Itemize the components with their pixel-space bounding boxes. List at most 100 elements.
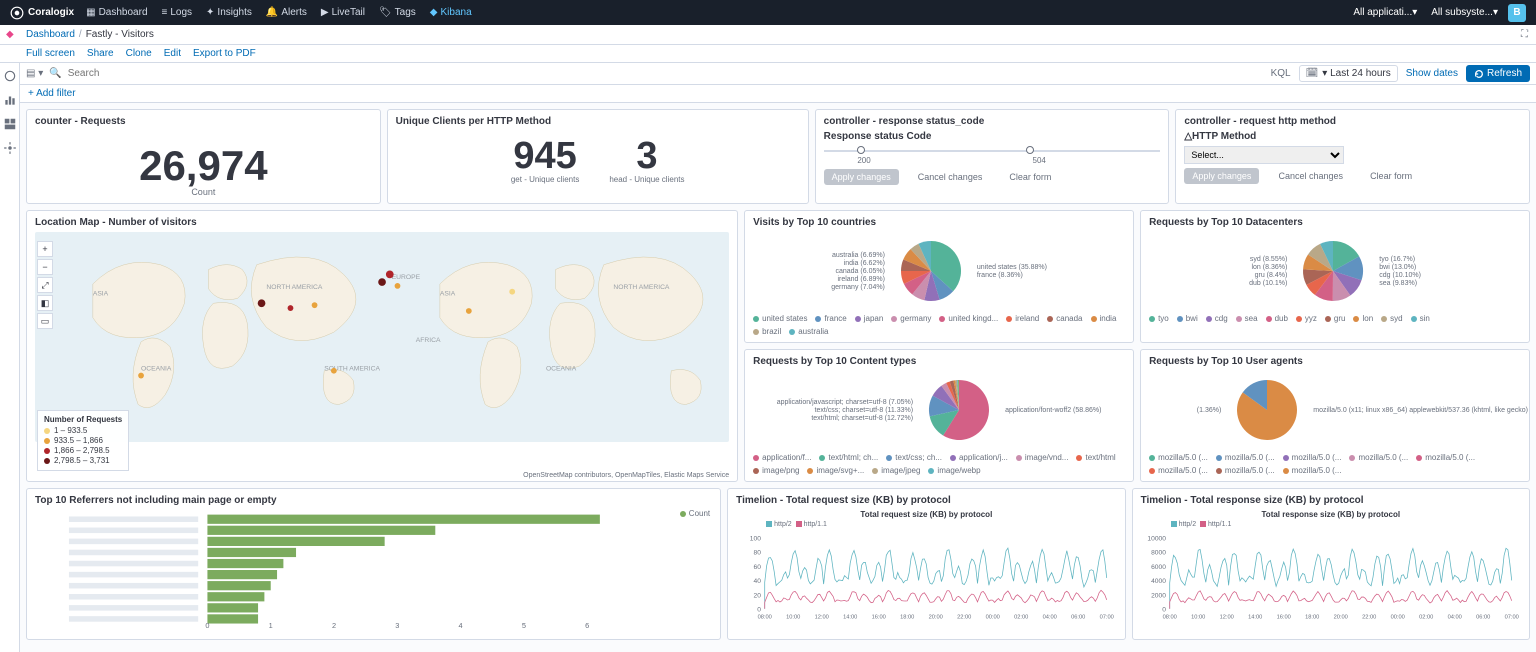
panel-timelion-response: Timelion - Total response size (KB) by p… <box>1132 488 1530 640</box>
panel-title: Timelion - Total response size (KB) by p… <box>1141 495 1521 506</box>
clear-button[interactable]: Clear form <box>1001 169 1059 185</box>
panel-title: Location Map - Number of visitors <box>35 217 729 228</box>
app-selector[interactable]: All applicati... ▾ <box>1353 7 1417 18</box>
svg-text:60: 60 <box>754 564 762 571</box>
nav-dashboard[interactable]: ▦Dashboard <box>86 7 147 18</box>
svg-text:16:00: 16:00 <box>872 614 886 620</box>
show-dates-link[interactable]: Show dates <box>1406 68 1458 79</box>
panel-title: Requests by Top 10 Datacenters <box>1149 217 1521 228</box>
discover-icon[interactable] <box>3 69 17 83</box>
svg-text:04:00: 04:00 <box>1043 614 1057 620</box>
chart-subtitle: Total request size (KB) by protocol <box>736 510 1116 519</box>
breadcrumb-root[interactable]: Dashboard <box>26 29 75 40</box>
svg-text:4: 4 <box>459 621 463 630</box>
http-method-select[interactable]: Select... <box>1184 146 1344 164</box>
bar-chart[interactable]: 0123456 <box>35 510 712 630</box>
pie-chart[interactable] <box>1227 375 1307 445</box>
refresh-icon <box>1474 69 1484 79</box>
svg-text:22:00: 22:00 <box>957 614 971 620</box>
panel-req-datacenters: Requests by Top 10 Datacenters syd (8.55… <box>1140 210 1530 343</box>
counter-value: 26,974 <box>35 145 372 187</box>
panel-status-code-controller: controller - response status_code Respon… <box>815 109 1170 204</box>
avatar[interactable]: B <box>1508 4 1526 22</box>
dashboard-icon[interactable] <box>3 117 17 131</box>
nav-tags[interactable]: 🏷Tags <box>379 7 416 18</box>
world-map[interactable]: ASIA NORTH AMERICA EUROPE AFRICA SOUTH A… <box>35 232 729 442</box>
svg-text:OCEANIA: OCEANIA <box>141 366 172 373</box>
action-full-screen[interactable]: Full screen <box>26 48 75 59</box>
svg-text:00:00: 00:00 <box>986 614 1000 620</box>
nav-insights[interactable]: ✦Insights <box>206 7 252 18</box>
chart-subtitle: Total response size (KB) by protocol <box>1141 510 1521 519</box>
pie-chart[interactable] <box>919 375 999 445</box>
panel-timelion-request: Timelion - Total request size (KB) by pr… <box>727 488 1125 640</box>
svg-text:NORTH AMERICA: NORTH AMERICA <box>266 284 323 291</box>
expand-icon[interactable]: ⛶ <box>1521 29 1528 40</box>
svg-text:ASIA: ASIA <box>93 291 109 298</box>
chart-legend: united statesfrancejapangermanyunited ki… <box>753 314 1125 336</box>
nav-alerts[interactable]: 🔔Alerts <box>266 7 307 18</box>
svg-text:14:00: 14:00 <box>843 614 857 620</box>
svg-text:12:00: 12:00 <box>815 614 829 620</box>
chart-legend: tyobwicdgseadubyyzgrulonsydsin <box>1149 314 1521 323</box>
calendar-icon: 🗓 <box>1306 68 1319 79</box>
range-slider[interactable] <box>824 150 1161 152</box>
action-edit[interactable]: Edit <box>164 48 181 59</box>
fit-bounds-button[interactable]: ⤢ <box>37 277 53 293</box>
panel-title: Timelion - Total request size (KB) by pr… <box>736 495 1116 506</box>
add-filter-button[interactable]: + Add filter <box>28 88 76 99</box>
chart-legend: application/f...text/html; ch...text/css… <box>753 453 1125 475</box>
cancel-button[interactable]: Cancel changes <box>1270 168 1351 184</box>
svg-text:80: 80 <box>754 550 762 557</box>
svg-text:18:00: 18:00 <box>1305 614 1319 620</box>
clear-button[interactable]: Clear form <box>1362 168 1420 184</box>
slider-min: 200 <box>857 156 870 165</box>
svg-text:02:00: 02:00 <box>1419 614 1433 620</box>
action-export-to-pdf[interactable]: Export to PDF <box>193 48 256 59</box>
refresh-button[interactable]: Refresh <box>1466 65 1530 82</box>
svg-text:02:00: 02:00 <box>1014 614 1028 620</box>
svg-text:20: 20 <box>754 592 762 599</box>
nav-logs[interactable]: ≡Logs <box>162 7 193 18</box>
kibana-icon: ◆ <box>6 29 14 40</box>
metric-label: get - Unique clients <box>511 175 579 184</box>
cancel-button[interactable]: Cancel changes <box>910 169 991 185</box>
dashboard-grid: counter - Requests 26,974 Count Unique C… <box>20 103 1536 652</box>
visualize-icon[interactable] <box>3 93 17 107</box>
search-input[interactable] <box>66 66 1271 81</box>
svg-text:07:00: 07:00 <box>1504 614 1518 620</box>
apply-button[interactable]: Apply changes <box>824 169 899 185</box>
brand-logo[interactable]: Coralogix <box>10 6 74 20</box>
chart-legend: Count <box>680 509 710 518</box>
nav-livetail[interactable]: ▶LiveTail <box>321 7 365 18</box>
kql-toggle[interactable]: KQL <box>1271 68 1291 79</box>
panel-req-user-agents: Requests by Top 10 User agents (1.36%) m… <box>1140 349 1530 482</box>
time-range-picker[interactable]: 🗓▾ Last 24 hours <box>1299 65 1398 82</box>
svg-text:5: 5 <box>522 621 526 630</box>
pie-chart[interactable] <box>891 236 971 306</box>
svg-text:22:00: 22:00 <box>1362 614 1376 620</box>
time-range-label: Last 24 hours <box>1330 68 1391 79</box>
layer-button[interactable]: ◧ <box>37 295 53 311</box>
action-share[interactable]: Share <box>87 48 114 59</box>
zoom-in-button[interactable]: + <box>37 241 53 257</box>
filter-toggle-icon[interactable]: ▤ ▾ <box>26 68 43 79</box>
map-legend: Number of Requests 1 – 933.5933.5 – 1,86… <box>37 410 129 471</box>
breadcrumb-bar: ◆ Dashboard / Fastly - Visitors ⛶ <box>0 25 1536 45</box>
action-clone[interactable]: Clone <box>126 48 152 59</box>
zoom-out-button[interactable]: − <box>37 259 53 275</box>
nav-kibana[interactable]: ◆Kibana <box>430 7 472 18</box>
svg-text:14:00: 14:00 <box>1248 614 1262 620</box>
line-chart[interactable]: 020004000600080001000008:0010:0012:0014:… <box>1141 528 1521 623</box>
svg-text:NORTH AMERICA: NORTH AMERICA <box>613 284 670 291</box>
line-chart[interactable]: 02040608010008:0010:0012:0014:0016:0018:… <box>736 528 1116 623</box>
panel-top-referrers: Top 10 Referrers not including main page… <box>26 488 721 640</box>
management-icon[interactable] <box>3 141 17 155</box>
pie-chart[interactable] <box>1293 236 1373 306</box>
panel-http-method-controller: controller - request http method △HTTP M… <box>1175 109 1530 204</box>
apply-button[interactable]: Apply changes <box>1184 168 1259 184</box>
svg-text:0: 0 <box>205 621 209 630</box>
box-select-button[interactable]: ▭ <box>37 313 53 329</box>
subsystem-selector[interactable]: All subsyste... ▾ <box>1431 7 1498 18</box>
svg-text:18:00: 18:00 <box>900 614 914 620</box>
